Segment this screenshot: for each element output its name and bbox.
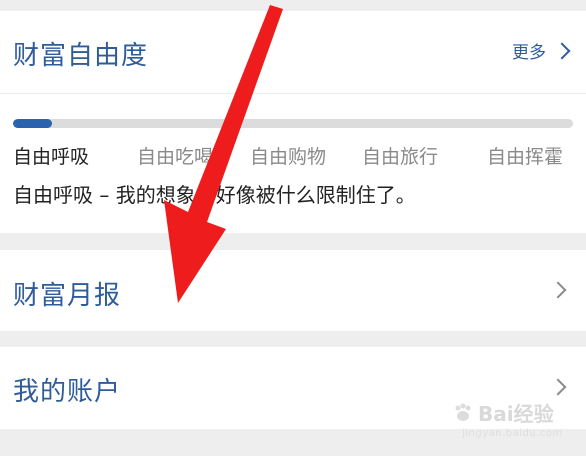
level-breathe[interactable]: 自由呼吸 <box>13 142 89 169</box>
baidu-watermark: Bai经验 <box>452 398 554 427</box>
chevron-right-icon <box>553 42 571 59</box>
more-link[interactable]: 更多 <box>512 38 571 63</box>
chevron-right-icon <box>549 378 567 396</box>
level-shopping[interactable]: 自由购物 <box>250 142 326 169</box>
watermark-logo-text: Bai经验 <box>478 402 554 426</box>
monthly-report-row[interactable]: 财富月报 <box>0 250 586 331</box>
level-splurge[interactable]: 自由挥霍 <box>487 142 563 169</box>
more-label: 更多 <box>512 43 546 63</box>
level-description: 自由呼吸 – 我的想象力好像被什么限制住了。 <box>13 183 416 207</box>
wealth-freedom-card: 财富自由度 更多 自由呼吸 自由吃喝 自由购物 自由旅行 自由挥霍 自由呼吸 –… <box>0 11 586 233</box>
freedom-progress-fill <box>13 119 53 128</box>
wealth-freedom-title: 财富自由度 <box>13 41 149 71</box>
divider <box>0 93 586 94</box>
chevron-right-icon <box>549 281 567 299</box>
baidu-paw-icon <box>455 403 471 421</box>
my-account-title: 我的账户 <box>13 377 122 407</box>
watermark-url: jingyan.baidu.com <box>462 428 563 439</box>
level-travel[interactable]: 自由旅行 <box>362 142 438 169</box>
freedom-progress-bar <box>13 119 573 128</box>
level-eat-drink[interactable]: 自由吃喝 <box>137 142 213 169</box>
monthly-report-title: 财富月报 <box>13 281 122 311</box>
